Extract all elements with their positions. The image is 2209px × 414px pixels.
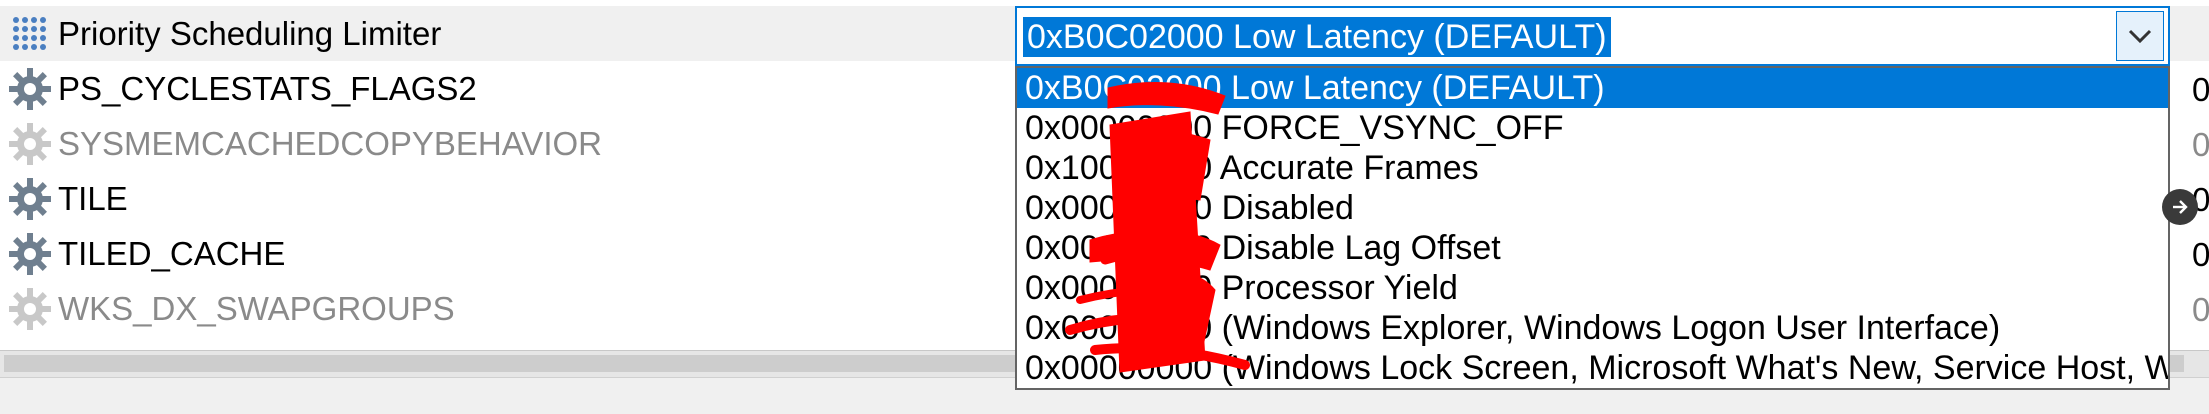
setting-value-fragment: 0 [2192,236,2209,273]
dropdown-option[interactable]: 0x10000000 Accurate Frames [1017,148,2168,188]
dropdown-option[interactable]: 0x00000000 (Windows Explorer, Windows Lo… [1017,308,2168,348]
circle-arrow-right-icon[interactable] [2162,189,2198,225]
dotted-grid-icon [13,16,46,50]
dropdown-option[interactable]: 0xB0C02000 Low Latency (DEFAULT) [1017,68,2168,108]
setting-value-fragment: 0 [2192,291,2209,328]
dropdown-option[interactable]: 0x00000000 (Windows Lock Screen, Microso… [1017,348,2168,388]
dropdown-option[interactable]: 0x00000000 Disable Lag Offset [1017,228,2168,268]
setting-name: TILED_CACHE [58,234,286,272]
combobox-selected-value[interactable]: 0xB0C02000 Low Latency (DEFAULT) [1023,17,1611,57]
dropdown-option[interactable]: 0x00000000 Disabled [1017,188,2168,228]
gear-icon [9,232,51,275]
setting-name: Priority Scheduling Limiter [58,14,442,52]
setting-name: TILE [58,179,128,217]
dropdown-option[interactable]: 0x00002100 Processor Yield [1017,268,2168,308]
setting-name: PS_CYCLESTATS_FLAGS2 [58,69,477,107]
chevron-down-icon [2128,29,2152,44]
setting-value-fragment: 0 [2192,126,2209,163]
dropdown-button[interactable] [2116,11,2164,61]
setting-value-fragment: 0 [2192,71,2209,108]
gear-icon [9,122,51,165]
gear-icon [9,67,51,110]
gear-icon [9,177,51,220]
setting-name: WKS_DX_SWAPGROUPS [58,289,455,327]
dropdown-list[interactable]: 0xB0C02000 Low Latency (DEFAULT) 0x00000… [1015,66,2170,390]
setting-name: SYSMEMCACHEDCOPYBEHAVIOR [58,124,602,162]
value-combobox[interactable]: 0xB0C02000 Low Latency (DEFAULT) [1015,6,2170,66]
dropdown-option[interactable]: 0x00000000 FORCE_VSYNC_OFF [1017,108,2168,148]
gear-icon [9,287,51,330]
